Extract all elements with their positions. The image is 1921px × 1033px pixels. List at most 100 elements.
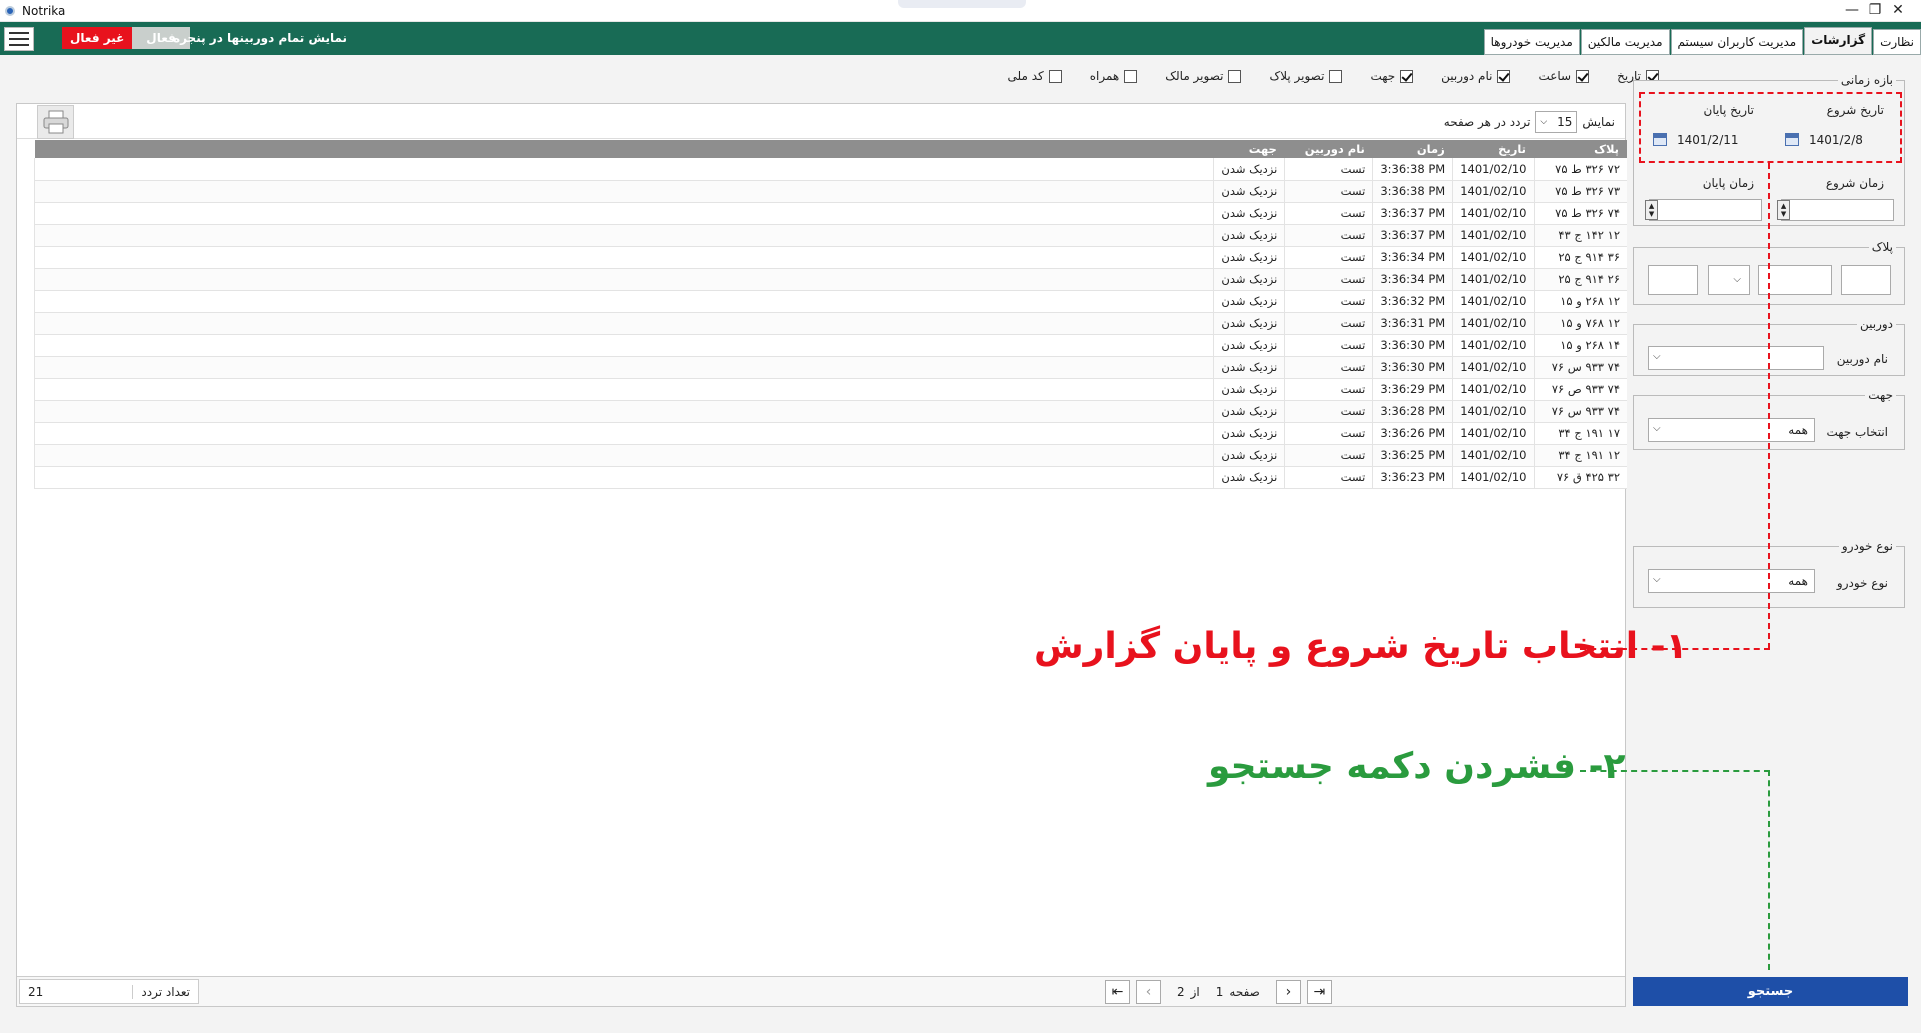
time-range-legend: بازه زمانی — [1837, 73, 1896, 87]
cell-empty — [33, 202, 1214, 225]
tab-reports[interactable]: گزارشات — [1804, 27, 1873, 55]
checkbox-label: تصویر پلاک — [1269, 69, 1325, 83]
last-page-button[interactable]: ⇥ — [1306, 980, 1332, 1004]
table-row[interactable]: ۷۴ ۳۲۶ ط ۷۵ 1401/02/10 3:36:37 PM تست نزدیک … — [33, 202, 1627, 225]
checkbox-box[interactable] — [1228, 69, 1242, 83]
cell-camera: تست — [1284, 378, 1373, 401]
show-all-cameras-label: نمایش تمام دوربینها در پنجره — [173, 31, 348, 45]
column-header-date[interactable]: تاریخ — [1452, 140, 1534, 158]
cell-plate: ۱۴ ۲۶۸ و ۱۵ — [1533, 334, 1627, 357]
camera-toggle[interactable]: غیر فعال فعال — [62, 27, 190, 49]
cell-empty — [33, 444, 1214, 467]
table-row[interactable]: ۱۲ ۲۶۸ و ۱۵ 1401/02/10 3:36:32 PM تست نزدیک … — [33, 290, 1627, 313]
prev-page-button[interactable]: › — [1136, 980, 1161, 1004]
cell-empty — [33, 290, 1214, 313]
pager: ⇥ ‹ صفحه 1 از 2 › ⇤ — [1105, 980, 1332, 1004]
cell-direction: نزدیک شدن — [1213, 466, 1285, 489]
column-header-time[interactable]: زمان — [1372, 140, 1453, 158]
close-button[interactable]: ✕ — [1875, 0, 1921, 22]
plate-part-3[interactable] — [1648, 265, 1698, 295]
cell-date: 1401/02/10 — [1452, 202, 1534, 225]
annotation-green-line-v — [1768, 770, 1770, 970]
cell-direction: نزدیک شدن — [1213, 246, 1285, 269]
start-time-input[interactable] — [1781, 199, 1894, 221]
end-time-spinner[interactable]: ▲ ▼ — [1645, 200, 1658, 220]
cell-direction: نزدیک شدن — [1213, 378, 1285, 401]
cell-plate: ۷۴ ۹۳۳ س ۷۶ — [1533, 400, 1627, 423]
cell-camera: تست — [1284, 268, 1373, 291]
cell-date: 1401/02/10 — [1452, 180, 1534, 203]
first-page-button[interactable]: ⇤ — [1105, 980, 1130, 1004]
checkbox-box[interactable] — [1329, 69, 1343, 83]
cell-plate: ۷۴ ۳۲۶ ط ۷۵ — [1533, 202, 1627, 225]
table-row[interactable]: ۳۶ ۹۱۴ ج ۲۵ 1401/02/10 3:36:34 PM تست نزدیک … — [33, 246, 1627, 269]
cell-date: 1401/02/10 — [1452, 400, 1534, 423]
camera-name-label: نام دوربین — [1836, 352, 1888, 366]
cell-plate: ۳۶ ۹۱۴ ج ۲۵ — [1533, 246, 1627, 269]
checkbox-time[interactable]: ساعت — [1538, 69, 1590, 83]
table-row[interactable]: ۳۲ ۴۲۵ ق ۷۶ 1401/02/10 3:36:23 PM تست نزدیک … — [33, 466, 1627, 489]
page-current: 1 — [1215, 985, 1224, 999]
tab-system-users[interactable]: مدیریت کاربران سیستم — [1670, 29, 1804, 55]
tab-owners[interactable]: مدیریت مالکین — [1580, 29, 1670, 55]
column-header-direction[interactable]: جهت — [1213, 140, 1285, 158]
table-row[interactable]: ۱۷ ۱۹۱ ج ۳۴ 1401/02/10 3:36:26 PM تست نزدیک … — [33, 422, 1627, 445]
end-time-input[interactable] — [1649, 199, 1762, 221]
checkbox-direction[interactable]: جهت — [1370, 69, 1414, 83]
start-time-label: زمان شروع — [1825, 176, 1884, 190]
next-page-button[interactable]: ‹ — [1275, 980, 1301, 1004]
cell-time: 3:36:34 PM — [1372, 268, 1453, 291]
checkbox-plate-image[interactable]: تصویر پلاک — [1269, 69, 1343, 83]
cell-camera: تست — [1284, 180, 1373, 203]
search-button[interactable]: جستجو — [1633, 977, 1908, 1006]
checkbox-companion[interactable]: همراه — [1090, 69, 1138, 83]
table-row[interactable]: ۷۴ ۹۳۳ س ۷۶ 1401/02/10 3:36:28 PM تست نزدیک … — [33, 400, 1627, 423]
annotation-red-line-v — [1768, 163, 1770, 649]
checkbox-box[interactable] — [1497, 69, 1511, 83]
page-size-select[interactable]: 15 ⌵ — [1535, 111, 1578, 133]
cell-time: 3:36:30 PM — [1372, 356, 1453, 379]
checkbox-box[interactable] — [1124, 69, 1138, 83]
cell-date: 1401/02/10 — [1452, 290, 1534, 313]
cell-empty — [33, 224, 1214, 247]
checkbox-box[interactable] — [1576, 69, 1590, 83]
checkbox-national-code[interactable]: کد ملی — [1008, 69, 1062, 83]
table-row[interactable]: ۷۴ ۹۳۳ ص ۷۶ 1401/02/10 3:36:29 PM تست نزدیک … — [33, 378, 1627, 401]
plate-part-1[interactable] — [1841, 265, 1891, 295]
grid-footer: تعداد تردد 21 ⇥ ‹ صفحه 1 از 2 › ⇤ — [17, 976, 1625, 1006]
tab-vehicles[interactable]: مدیریت خودروها — [1483, 29, 1580, 55]
cell-empty — [33, 400, 1214, 423]
cell-camera: تست — [1284, 202, 1373, 225]
camera-name-select[interactable]: ⌵ — [1648, 346, 1824, 370]
table-row[interactable]: ۱۲ ۷۶۸ و ۱۵ 1401/02/10 3:36:31 PM تست نزدیک … — [33, 312, 1627, 335]
direction-select[interactable]: همه ⌵ — [1648, 418, 1815, 442]
checkbox-box[interactable] — [1048, 69, 1062, 83]
checkbox-camera-name[interactable]: نام دوربین — [1441, 69, 1511, 83]
checkbox-box[interactable] — [1400, 69, 1414, 83]
table-row[interactable]: ۷۲ ۳۲۶ ط ۷۵ 1401/02/10 3:36:38 PM تست نزدیک … — [33, 158, 1627, 181]
page-size-control: نمایش 15 ⌵ تردد در هر صفحه — [1444, 111, 1615, 133]
toggle-inactive[interactable]: غیر فعال — [62, 27, 133, 49]
column-header-camera[interactable]: نام دوربین — [1284, 140, 1373, 158]
column-filter-checkboxes: تاریخ ساعت نام دوربین جهت تصویر پلاک تصو… — [1008, 69, 1659, 83]
menu-icon[interactable] — [4, 27, 34, 51]
show-label: نمایش — [1582, 115, 1615, 129]
print-button[interactable] — [37, 105, 74, 139]
tab-monitoring[interactable]: نظارت — [1873, 29, 1921, 55]
table-row[interactable]: ۱۲ ۱۴۲ ج ۴۳ 1401/02/10 3:36:37 PM تست نزدیک … — [33, 224, 1627, 247]
app-icon — [5, 6, 15, 16]
start-time-spinner[interactable]: ▲ ▼ — [1777, 200, 1790, 220]
table-row[interactable]: ۷۳ ۳۲۶ ط ۷۵ 1401/02/10 3:36:38 PM تست نزدیک … — [33, 180, 1627, 203]
table-row[interactable]: ۱۲ ۱۹۱ ج ۳۴ 1401/02/10 3:36:25 PM تست نزدیک … — [33, 444, 1627, 467]
table-row[interactable]: ۲۶ ۹۱۴ ج ۲۵ 1401/02/10 3:36:34 PM تست نزدیک … — [33, 268, 1627, 291]
table-row[interactable]: ۷۴ ۹۳۳ س ۷۶ 1401/02/10 3:36:30 PM تست نزدیک … — [33, 356, 1627, 379]
cell-plate: ۱۷ ۱۹۱ ج ۳۴ — [1533, 422, 1627, 445]
table-row[interactable]: ۱۴ ۲۶۸ و ۱۵ 1401/02/10 3:36:30 PM تست نزدیک … — [33, 334, 1627, 357]
cell-time: 3:36:37 PM — [1372, 224, 1453, 247]
column-header-plate[interactable]: پلاک — [1534, 140, 1627, 158]
checkbox-owner-image[interactable]: تصویر مالک — [1165, 69, 1242, 83]
plate-letter-select[interactable]: ⌵ — [1708, 265, 1750, 295]
cell-date: 1401/02/10 — [1452, 224, 1534, 247]
vehicle-type-select[interactable]: همه ⌵ — [1648, 569, 1815, 593]
cell-date: 1401/02/10 — [1452, 268, 1534, 291]
